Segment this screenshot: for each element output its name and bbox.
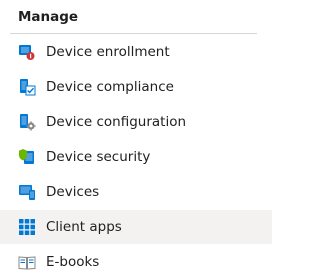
- nav-item-devices[interactable]: Devices: [0, 175, 272, 209]
- nav-item-label: Client apps: [46, 219, 122, 235]
- nav-item-client-apps[interactable]: Client apps: [0, 210, 272, 244]
- device-enrollment-icon: [18, 43, 36, 61]
- nav-item-e-books[interactable]: E-books: [0, 245, 272, 279]
- nav-item-label: E-books: [46, 254, 100, 270]
- nav-item-device-compliance[interactable]: Device compliance: [0, 70, 272, 104]
- nav-item-device-enrollment[interactable]: Device enrollment: [0, 35, 272, 69]
- device-security-icon: [18, 148, 36, 166]
- nav-item-label: Device configuration: [46, 114, 187, 130]
- nav-item-device-configuration[interactable]: Device configuration: [0, 105, 272, 139]
- nav-item-label: Device compliance: [46, 79, 174, 95]
- device-compliance-icon: [18, 78, 36, 96]
- devices-icon: [18, 183, 36, 201]
- section-header: Manage: [18, 9, 79, 25]
- nav-item-label: Device enrollment: [46, 44, 170, 60]
- nav-item-label: Device security: [46, 149, 151, 165]
- nav-item-device-security[interactable]: Device security: [0, 140, 272, 174]
- device-configuration-icon: [18, 113, 36, 131]
- section-divider: [10, 33, 257, 34]
- client-apps-icon: [18, 218, 36, 236]
- e-books-icon: [18, 253, 36, 271]
- nav-item-label: Devices: [46, 184, 100, 200]
